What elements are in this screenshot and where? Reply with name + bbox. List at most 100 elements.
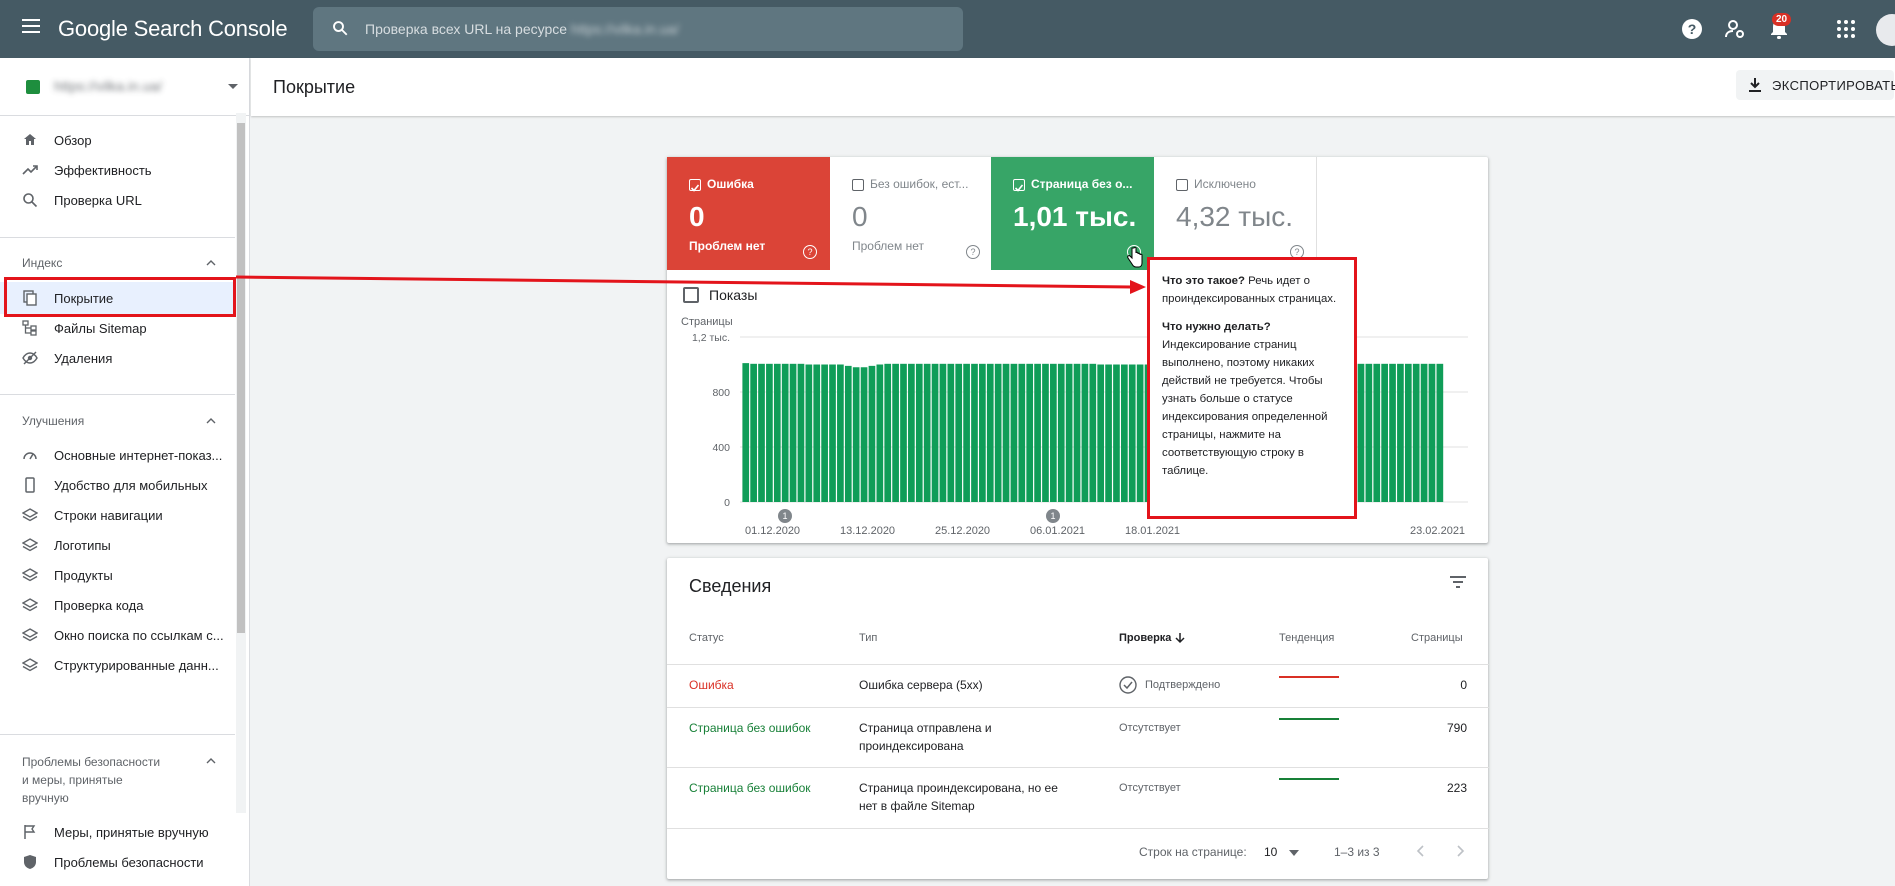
tooltip-answer: Индексирование страниц выполнено, поэтом…	[1162, 339, 1328, 477]
notifications-badge: 20	[1772, 13, 1792, 26]
sidebar-item-security-issues[interactable]: Проблемы безопасности	[0, 846, 235, 878]
chart-bar	[860, 367, 868, 502]
chart-bar	[908, 363, 915, 502]
sidebar-item-mobile-usability[interactable]: Удобство для мобильных	[0, 469, 235, 501]
check-icon	[1014, 184, 1024, 192]
sidebar-scrollbar[interactable]	[236, 113, 246, 813]
sidebar-item-overview[interactable]: Обзор	[0, 124, 235, 156]
phone-icon	[25, 477, 35, 493]
tile-value: 1,01 тыс.	[1013, 201, 1137, 232]
section-security[interactable]: Проблемы безопасности и меры, принятые в…	[22, 753, 160, 807]
sidebar-item-label: Окно поиска по ссылкам с...	[54, 628, 224, 643]
layers-icon	[22, 568, 38, 582]
chevron-down-icon	[228, 84, 238, 89]
tile-checkbox[interactable]	[1013, 179, 1025, 192]
sidebar-item-sitelinks-searchbox[interactable]: Окно поиска по ссылкам с...	[0, 619, 235, 651]
chart-bar	[994, 363, 1002, 502]
chart-bar	[837, 364, 844, 502]
sidebar-item-url-inspection[interactable]: Проверка URL	[0, 184, 235, 216]
sidebar-divider	[0, 734, 235, 735]
chevron-left-icon[interactable]	[1415, 844, 1427, 858]
tile-checkbox[interactable]	[852, 179, 864, 191]
sidebar-item-manual-actions[interactable]: Меры, принятые вручную	[0, 816, 235, 848]
impressions-checkbox[interactable]	[683, 287, 699, 303]
table-row[interactable]: Страница без ошибок Страница отправлена …	[667, 707, 1489, 767]
sidebar-item-label: Продукты	[54, 568, 113, 583]
section-index[interactable]: Индекс	[22, 256, 62, 270]
tile-checkbox[interactable]	[689, 179, 701, 192]
table-row[interactable]: Страница без ошибок Страница проиндексир…	[667, 767, 1489, 828]
chevron-up-icon[interactable]	[206, 418, 216, 424]
chevron-right-icon[interactable]	[1454, 844, 1466, 858]
chart-bar	[1357, 363, 1365, 502]
section-improvements[interactable]: Улучшения	[22, 414, 84, 428]
annotation-label: 1	[1050, 511, 1055, 521]
sidebar-item-performance[interactable]: Эффективность	[0, 154, 235, 186]
sidebar-item-code-check[interactable]: Проверка кода	[0, 589, 235, 621]
chevron-down-icon[interactable]	[1289, 850, 1299, 856]
column-header-validation[interactable]: Проверка	[1119, 632, 1171, 644]
menu-icon[interactable]	[22, 19, 40, 33]
chart-bar	[1089, 363, 1097, 502]
chart-bar	[1018, 363, 1026, 502]
tooltip-todo: Что нужно делать? Индексирование страниц …	[1162, 318, 1342, 480]
y-tick-label: 800	[712, 387, 730, 399]
app-brand[interactable]: Google Search Console	[58, 16, 288, 42]
tile-valid-warnings[interactable]: Без ошибок, ест... 0 Проблем нет ?	[830, 157, 993, 270]
rows-per-page-select[interactable]: 10	[1264, 845, 1277, 859]
layers-icon	[22, 538, 38, 552]
sidebar-item-core-web-vitals[interactable]: Основные интернет-показ...	[0, 439, 235, 471]
row-trend-sparkline	[1279, 718, 1339, 720]
sidebar-item-products[interactable]: Продукты	[0, 559, 235, 591]
search-placeholder: Проверка всех URL на ресурсе https://vil…	[365, 21, 680, 37]
chart-bar	[1381, 363, 1388, 502]
column-header-type[interactable]: Тип	[859, 632, 877, 644]
sort-arrow-down-icon[interactable]	[1174, 632, 1186, 644]
x-tick-label: 23.02.2021	[1410, 525, 1465, 537]
help-icon[interactable]: ?	[803, 245, 817, 259]
chart-bar	[884, 363, 892, 502]
column-header-status[interactable]: Статус	[689, 632, 724, 644]
tile-checkbox[interactable]	[1176, 179, 1188, 191]
hand-cursor-icon	[1127, 246, 1143, 268]
manage-users-icon[interactable]	[1723, 17, 1747, 41]
tile-name: Ошибка	[707, 177, 754, 191]
y-tick-label: 0	[724, 497, 730, 509]
y-axis-title: Страницы	[681, 317, 733, 328]
sidebar-item-label: Логотипы	[54, 538, 111, 553]
row-type: Страница проиндексирована, но ее нет в фа…	[859, 781, 1058, 813]
chart-bar	[1097, 364, 1105, 502]
pagination-range: 1–3 из 3	[1334, 845, 1380, 859]
column-header-trend[interactable]: Тенденция	[1279, 632, 1334, 644]
property-selector[interactable]: https://vilka.in.ua/	[0, 58, 250, 116]
row-pages: 0	[1460, 678, 1467, 692]
check-circle-icon	[1119, 676, 1137, 694]
chart-bar	[781, 363, 789, 502]
column-header-pages[interactable]: Страницы	[1411, 632, 1463, 644]
tile-subtitle: Проблем нет	[689, 239, 766, 253]
apps-grid-icon[interactable]	[1834, 17, 1858, 41]
filter-icon[interactable]	[1449, 575, 1467, 589]
account-avatar[interactable]	[1876, 14, 1895, 46]
sidebar-item-structured-data[interactable]: Структурированные данн...	[0, 649, 235, 681]
table-row[interactable]: Ошибка Ошибка сервера (5xx) Подтверждено…	[667, 664, 1489, 707]
chevron-up-icon[interactable]	[206, 758, 216, 764]
export-button[interactable]: ЭКСПОРТИРОВАТЬ	[1736, 70, 1895, 100]
sidebar-item-breadcrumbs[interactable]: Строки навигации	[0, 499, 235, 531]
tile-excluded[interactable]: Исключено 4,32 тыс. ?	[1154, 157, 1317, 270]
help-icon[interactable]: ?	[966, 245, 980, 259]
help-icon[interactable]: ?	[1680, 17, 1704, 41]
scrollbar-thumb[interactable]	[237, 123, 245, 633]
sidebar-item-logos[interactable]: Логотипы	[0, 529, 235, 561]
chart-bar	[892, 363, 899, 502]
chevron-up-icon[interactable]	[206, 260, 216, 266]
top-app-bar: Google Search Console Проверка всех URL …	[0, 0, 1895, 58]
search-input[interactable]: Проверка всех URL на ресурсе https://vil…	[313, 7, 963, 51]
trending-up-icon	[22, 165, 38, 175]
sidebar-item-label: Меры, принятые вручную	[54, 825, 209, 840]
check-icon	[690, 184, 700, 192]
chart-bar	[1065, 363, 1073, 502]
property-url: https://vilka.in.ua/	[54, 78, 163, 94]
tile-error[interactable]: Ошибка 0 Проблем нет ?	[667, 157, 830, 270]
sidebar-item-removals[interactable]: Удаления	[0, 342, 235, 374]
